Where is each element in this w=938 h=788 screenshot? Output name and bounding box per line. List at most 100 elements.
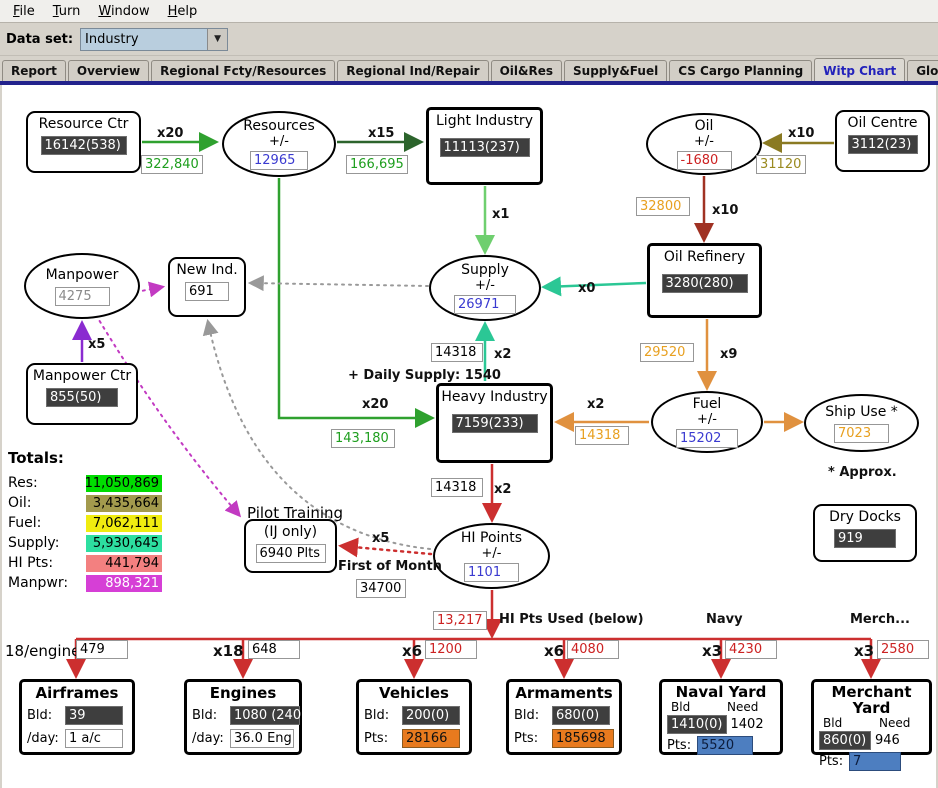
resources-sign: +/- <box>269 134 289 149</box>
mult-airframes: 18/engine <box>5 642 81 660</box>
mult-res-hi: x20 <box>362 397 389 412</box>
edge-hipoints-pilottraining <box>338 537 433 558</box>
mult-hi-supply: x2 <box>494 347 512 362</box>
totals-panel: Totals: Res: 11,050,869 Oil: 3,435,664 F… <box>8 449 162 593</box>
manpower-ctr-title: Manpower Ctr <box>32 368 132 384</box>
amount-hi-pts: 14318 <box>431 478 483 497</box>
heavy-industry-title: Heavy Industry <box>441 389 548 405</box>
node-heavy-industry: Heavy Industry 7159(233) <box>436 383 553 463</box>
chevron-down-icon[interactable]: ▼ <box>207 28 228 50</box>
amount-ref-fuel: 29520 <box>640 343 694 362</box>
armaments-bld: 680(0) <box>552 706 610 725</box>
node-dry-docks: Dry Docks 919 <box>813 504 917 562</box>
pts-label: Pts: <box>819 754 844 769</box>
first-of-month-value: 34700 <box>356 579 406 598</box>
resources-title: Resources <box>243 118 315 134</box>
totals-label: Fuel: <box>8 515 42 531</box>
node-manpower: Manpower 4275 <box>24 253 140 319</box>
oil-refinery-title: Oil Refinery <box>663 249 746 265</box>
daily-supply-label: + Daily Supply: 1540 <box>348 368 501 383</box>
menu-window[interactable]: Window <box>89 2 158 21</box>
bld-label: Bld: <box>27 708 53 723</box>
ship-use-value: 7023 <box>834 423 889 443</box>
engines-bld: 1080 (240) <box>230 706 306 725</box>
tab-report[interactable]: Report <box>2 60 66 81</box>
heavy-industry-value: 7159(233) <box>451 414 538 433</box>
feed-engines: 648 <box>248 640 300 659</box>
feed-vehicles: 1200 <box>425 640 477 659</box>
oil-sign: +/- <box>694 134 714 149</box>
supply-value: 26971 <box>454 295 516 314</box>
amount-oc-oil: 31120 <box>756 155 806 174</box>
tab-global[interactable]: Global <box>907 60 938 81</box>
oil-centre-value: 3112(23) <box>847 135 918 154</box>
totals-swatch: 7,062,111 <box>86 514 162 532</box>
node-naval-yard: Naval Yard Bld Need 1410(0) 1402 Pts: 5520 <box>659 679 783 755</box>
mult-navalyard: x3 <box>702 642 723 660</box>
tab-regional-fcty-resources[interactable]: Regional Fcty/Resources <box>151 60 336 81</box>
mult-res-li: x15 <box>368 126 395 141</box>
merchant-yard-pts: 7 <box>849 752 901 771</box>
yard-headers: Bld Need <box>819 716 924 730</box>
dataset-combobox[interactable]: Industry ▼ <box>80 27 229 51</box>
mult-oil-ref: x10 <box>712 203 739 218</box>
tab-overview[interactable]: Overview <box>67 60 150 81</box>
tab-witp-chart[interactable]: Witp Chart <box>814 58 906 81</box>
naval-yard-bld: 1410(0) <box>667 715 727 734</box>
menu-file[interactable]: File <box>4 2 44 21</box>
menu-turn[interactable]: Turn <box>44 2 90 21</box>
totals-label: Res: <box>8 475 38 491</box>
edge-supply-newind <box>247 275 429 292</box>
feed-armaments: 4080 <box>567 640 619 659</box>
supply-title: Supply <box>461 262 509 278</box>
dry-docks-value: 919 <box>834 529 896 548</box>
totals-row-fuel: Fuel: 7,062,111 <box>8 513 162 533</box>
light-industry-value: 11113(237) <box>439 138 530 157</box>
node-manpower-ctr: Manpower Ctr 855(50) <box>26 363 138 425</box>
tab-cs-cargo-planning[interactable]: CS Cargo Planning <box>669 60 813 81</box>
mult-ref-fuel: x9 <box>720 347 738 362</box>
merchant-yard-need: 946 <box>875 733 900 748</box>
mult-pilot: x5 <box>372 531 390 546</box>
amount-rc-res: 322,840 <box>141 155 203 174</box>
pts-label: Pts: <box>667 738 692 753</box>
mult-engines: x18 <box>213 642 244 660</box>
armaments-title: Armaments <box>515 684 613 702</box>
bld-label: Bld: <box>364 708 390 723</box>
fuel-sign: +/- <box>697 412 717 427</box>
merchant-yard-bld: 860(0) <box>819 731 871 750</box>
oil-refinery-value: 3280(280) <box>661 274 748 293</box>
node-vehicles: Vehicles Bld: 200(0) Pts: 28166 <box>356 679 472 755</box>
new-ind-value: 691 <box>185 282 229 301</box>
menu-help[interactable]: Help <box>159 2 207 21</box>
totals-swatch: 898,321 <box>86 574 162 592</box>
need-header: Need <box>879 716 911 730</box>
tab-regional-ind-repair[interactable]: Regional Ind/Repair <box>337 60 489 81</box>
bld-label: Bld: <box>192 708 218 723</box>
fuel-title: Fuel <box>692 396 722 412</box>
bld-header: Bld <box>823 716 843 730</box>
mult-li-supply: x1 <box>492 207 510 222</box>
node-light-industry: Light Industry 11113(237) <box>426 107 543 185</box>
navy-label: Navy <box>706 612 743 627</box>
oil-value: -1680 <box>676 151 732 170</box>
totals-swatch: 5,930,645 <box>86 534 162 552</box>
dataset-selected-value: Industry <box>85 31 139 47</box>
edge-oilrefinery-supply <box>541 276 647 297</box>
hi-points-value: 1101 <box>464 563 519 582</box>
tab-supply-fuel[interactable]: Supply&Fuel <box>564 60 668 81</box>
node-oil: Oil +/- -1680 <box>646 113 762 175</box>
ship-use-title: Ship Use * <box>825 403 898 420</box>
tab-oil-res[interactable]: Oil&Res <box>490 60 563 81</box>
vehicles-bld: 200(0) <box>402 706 460 725</box>
node-pilot-training: (IJ only) 6940 Plts <box>244 519 337 573</box>
oil-centre-title: Oil Centre <box>847 115 918 131</box>
airframes-title: Airframes <box>35 684 119 702</box>
pts-label: Pts: <box>364 731 389 746</box>
mult-hi-pts: x2 <box>494 482 512 497</box>
engines-title: Engines <box>209 684 277 702</box>
bld-header: Bld <box>671 700 691 714</box>
hi-used-label: HI Pts Used (below) <box>499 612 644 627</box>
armaments-pts: 185698 <box>552 729 614 748</box>
node-hi-points: HI Points +/- 1101 <box>433 523 550 589</box>
